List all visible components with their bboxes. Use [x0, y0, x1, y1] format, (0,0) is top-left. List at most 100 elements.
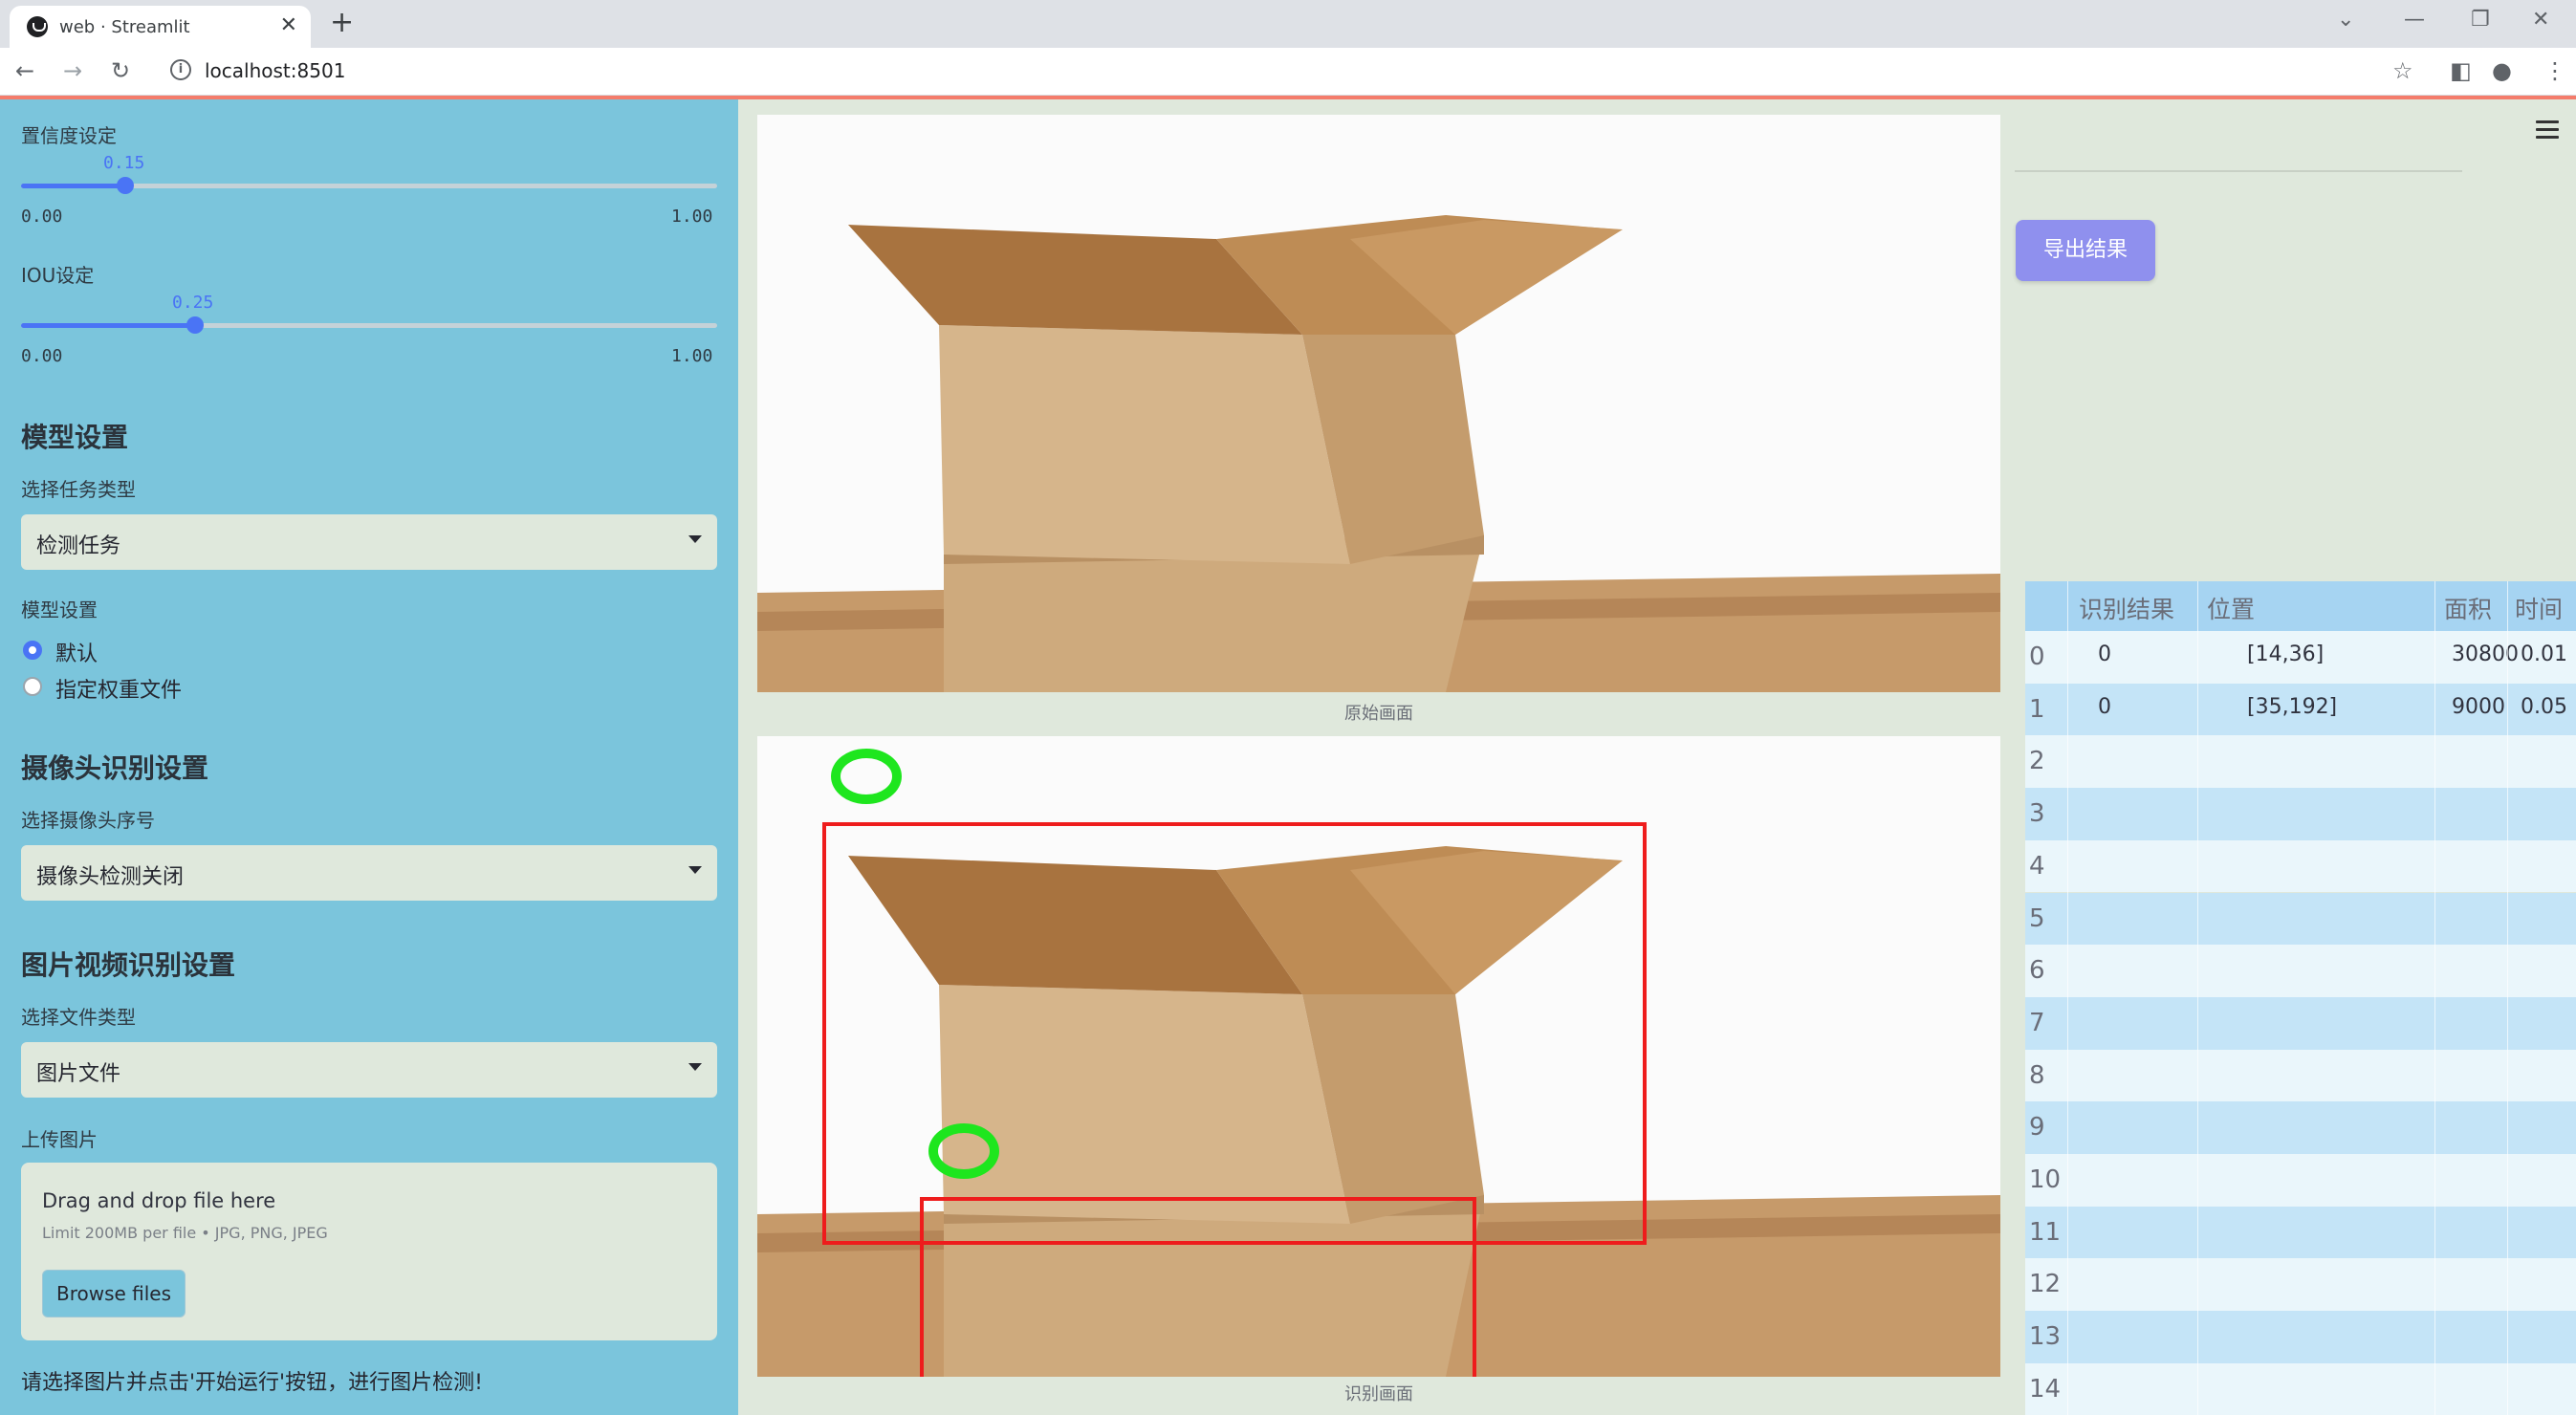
table-header: 识别结果 位置 面积 时间	[2025, 581, 2576, 631]
bookmark-star-icon[interactable]: ☆	[2392, 57, 2413, 84]
row-index: 14	[2029, 1374, 2062, 1404]
export-results-button[interactable]: 导出结果	[2016, 220, 2155, 281]
table-row[interactable]: 1 0 [35,192] 9000 0.05	[2025, 683, 2576, 736]
table-row[interactable]: 14	[2025, 1362, 2576, 1415]
file-uploader-dropzone[interactable]: Drag and drop file here Limit 200MB per …	[21, 1163, 717, 1340]
row-index: 1	[2029, 694, 2045, 724]
original-caption: 原始画面	[1344, 704, 1413, 724]
table-row[interactable]: 12	[2025, 1258, 2576, 1312]
cell-time: 0.01	[2521, 642, 2567, 666]
results-table[interactable]: 识别结果 位置 面积 时间 0 0 [14,36] 30800 0.01 1 0 [35,19…	[2025, 581, 2576, 1415]
close-tab-icon[interactable]: ✕	[280, 13, 297, 37]
reload-icon[interactable]: ↻	[111, 57, 130, 84]
browser-tab-strip: web · Streamlit ✕ + ⌄ — ❐ ✕	[0, 0, 2576, 48]
camera-settings-heading: 摄像头识别设置	[21, 752, 209, 784]
row-index: 10	[2029, 1165, 2062, 1194]
table-row[interactable]: 13	[2025, 1311, 2576, 1363]
row-index: 2	[2029, 747, 2045, 776]
table-row[interactable]: 6	[2025, 945, 2576, 997]
chevron-down-icon	[688, 866, 702, 874]
column-divider	[2067, 581, 2068, 1415]
table-row[interactable]: 4	[2025, 839, 2576, 893]
cell-position: [14,36]	[2247, 642, 2325, 666]
result-caption: 识别画面	[1344, 1384, 1413, 1404]
row-index: 4	[2029, 851, 2045, 881]
table-row[interactable]: 9	[2025, 1101, 2576, 1154]
main-content: 原始画面 识别画面 导出结果 识别结果 位置 面积 时间 0 0 [14,36]…	[738, 99, 2576, 1415]
close-window-icon[interactable]: ✕	[2532, 8, 2549, 32]
confidence-min: 0.00	[21, 207, 63, 227]
row-index: 5	[2029, 903, 2045, 933]
table-row[interactable]: 5	[2025, 892, 2576, 946]
dropzone-title: Drag and drop file here	[42, 1189, 276, 1212]
original-image	[757, 115, 2000, 692]
divider	[2015, 170, 2462, 172]
header-area[interactable]: 面积	[2444, 591, 2492, 625]
detection-result-photo	[757, 736, 2000, 1377]
upload-label: 上传图片	[21, 1128, 98, 1151]
tab-title: web · Streamlit	[59, 17, 190, 37]
confidence-slider-thumb[interactable]	[117, 177, 135, 194]
camera-index-value: 摄像头检测关闭	[36, 865, 185, 889]
site-info-icon[interactable]: i	[170, 59, 191, 80]
radio-selected-icon	[23, 641, 42, 660]
confidence-max: 1.00	[671, 207, 713, 227]
header-time[interactable]: 时间	[2515, 591, 2563, 625]
row-index: 9	[2029, 1113, 2045, 1143]
confidence-label: 置信度设定	[21, 124, 117, 147]
task-type-label: 选择任务类型	[21, 478, 136, 501]
table-row[interactable]: 0 0 [14,36] 30800 0.01	[2025, 631, 2576, 684]
confidence-slider[interactable]	[21, 177, 717, 194]
row-index: 6	[2029, 956, 2045, 986]
restore-icon[interactable]: ❐	[2471, 8, 2490, 32]
row-index: 7	[2029, 1008, 2045, 1037]
radio-custom-weights-label: 指定权重文件	[55, 679, 183, 703]
table-row[interactable]: 11	[2025, 1206, 2576, 1259]
row-index: 8	[2029, 1060, 2045, 1090]
dropzone-limit: Limit 200MB per file • JPG, PNG, JPEG	[42, 1224, 328, 1242]
iou-slider[interactable]	[21, 316, 717, 334]
file-type-select[interactable]: 图片文件	[21, 1042, 717, 1098]
forward-icon[interactable]: →	[63, 57, 82, 84]
side-panel-icon[interactable]: ◧	[2450, 57, 2472, 84]
iou-slider-thumb[interactable]	[186, 316, 204, 334]
cell-result: 0	[2098, 642, 2111, 666]
address-bar[interactable]: localhost:8501	[205, 59, 345, 82]
iou-label: IOU设定	[21, 264, 95, 287]
task-type-value: 检测任务	[36, 534, 121, 558]
main-menu-icon[interactable]	[2536, 120, 2559, 143]
table-row[interactable]: 10	[2025, 1154, 2576, 1207]
profile-avatar-icon[interactable]: ●	[2492, 57, 2512, 84]
streamlit-favicon-icon	[27, 16, 48, 37]
media-settings-heading: 图片视频识别设置	[21, 949, 236, 981]
header-result[interactable]: 识别结果	[2079, 591, 2174, 625]
back-icon[interactable]: ←	[15, 57, 34, 84]
table-row[interactable]: 2	[2025, 735, 2576, 789]
minimize-icon[interactable]: —	[2404, 8, 2425, 32]
iou-min: 0.00	[21, 346, 63, 366]
task-type-select[interactable]: 检测任务	[21, 514, 717, 570]
row-index: 12	[2029, 1270, 2062, 1299]
table-row[interactable]: 3	[2025, 788, 2576, 840]
iou-slider-fill	[21, 323, 195, 328]
browse-files-button[interactable]: Browse files	[42, 1270, 186, 1317]
browser-menu-icon[interactable]: ⋮	[2543, 57, 2566, 84]
radio-default-label: 默认	[55, 642, 98, 666]
row-index: 13	[2029, 1322, 2062, 1352]
cell-area: 9000	[2452, 694, 2505, 719]
camera-index-select[interactable]: 摄像头检测关闭	[21, 845, 717, 901]
chevron-down-icon	[688, 1063, 702, 1071]
browser-tab[interactable]: web · Streamlit ✕	[10, 6, 311, 48]
model-settings-heading: 模型设置	[21, 422, 129, 453]
column-divider	[2197, 581, 2198, 1415]
new-tab-icon[interactable]: +	[330, 6, 354, 39]
column-divider	[2434, 581, 2435, 1415]
iou-max: 1.00	[671, 346, 713, 366]
tab-search-icon[interactable]: ⌄	[2337, 8, 2354, 32]
header-position[interactable]: 位置	[2207, 591, 2255, 625]
table-row[interactable]: 7	[2025, 996, 2576, 1050]
confidence-slider-fill	[21, 184, 126, 188]
table-row[interactable]: 8	[2025, 1049, 2576, 1102]
file-type-value: 图片文件	[36, 1062, 121, 1086]
confidence-value: 0.15	[103, 153, 145, 173]
